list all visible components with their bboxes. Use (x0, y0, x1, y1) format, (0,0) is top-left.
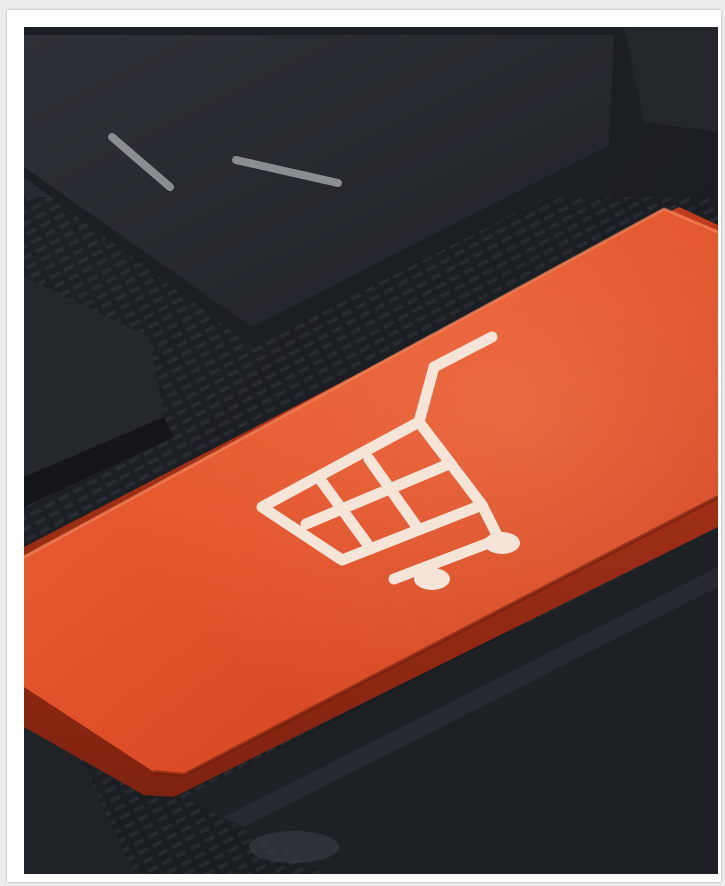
keyboard-photo (24, 27, 718, 874)
cart-wheel (484, 532, 520, 554)
image-frame (7, 10, 721, 882)
keyboard-photo-svg (24, 27, 718, 874)
cart-wheel (414, 568, 450, 590)
